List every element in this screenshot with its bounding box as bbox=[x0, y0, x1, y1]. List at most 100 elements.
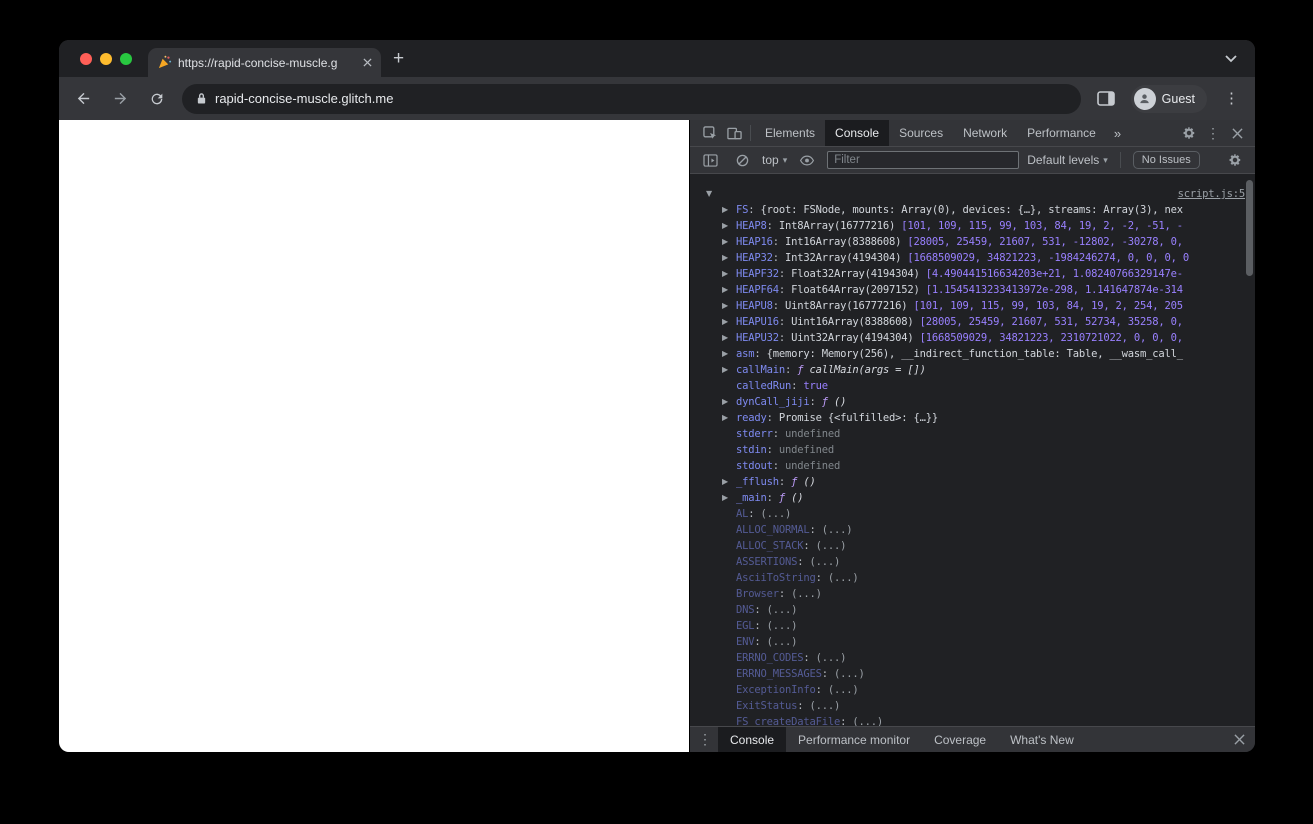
console-property-row-al: AL: (...) bbox=[736, 508, 792, 520]
expand-arrow-icon[interactable]: ▶ bbox=[722, 362, 734, 378]
console-sidebar-icon[interactable] bbox=[698, 148, 722, 172]
scrollbar-thumb[interactable] bbox=[1246, 180, 1253, 276]
url-text: rapid-concise-muscle.glitch.me bbox=[215, 91, 394, 106]
log-levels-selector[interactable]: Default levels ▾ bbox=[1027, 153, 1108, 167]
console-property-row-heap16[interactable]: ▶ HEAP16: Int16Array(8388608) [28005, 254… bbox=[690, 234, 1255, 250]
expand-arrow-icon[interactable]: ▶ bbox=[722, 218, 734, 234]
drawer-close-icon[interactable] bbox=[1224, 727, 1255, 752]
drawer-tab-coverage[interactable]: Coverage bbox=[922, 727, 998, 752]
devtools-close-icon[interactable] bbox=[1225, 121, 1249, 145]
console-log-summary[interactable]: ▼{ready: Promise, _main: ƒ, _fflush: ƒ, … bbox=[690, 186, 1255, 202]
tab-close-icon[interactable] bbox=[363, 58, 372, 67]
back-button[interactable] bbox=[71, 87, 95, 111]
drawer-menu-kebab-icon[interactable]: ⋮ bbox=[690, 727, 718, 752]
console-property-row-heapu32[interactable]: ▶ HEAPU32: Uint32Array(4194304) [16685090… bbox=[690, 330, 1255, 346]
filter-input[interactable] bbox=[827, 151, 1020, 169]
expand-arrow-icon[interactable]: ▶ bbox=[722, 394, 734, 410]
console-property-row-asm[interactable]: ▶ asm: {memory: Memory(256), __indirect_f… bbox=[690, 346, 1255, 362]
devtools-tab-elements[interactable]: Elements bbox=[755, 120, 825, 146]
lazy-value-ellipsis[interactable]: (...) bbox=[767, 620, 798, 632]
device-toolbar-icon[interactable] bbox=[722, 121, 746, 145]
lazy-value-ellipsis[interactable]: (...) bbox=[852, 716, 883, 726]
minimize-window-button[interactable] bbox=[100, 52, 112, 65]
expand-arrow-icon[interactable]: ▶ bbox=[722, 234, 734, 250]
profile-button[interactable]: Guest bbox=[1130, 84, 1207, 113]
console-settings-gear-icon[interactable] bbox=[1223, 148, 1247, 172]
lazy-value-ellipsis[interactable]: (...) bbox=[822, 524, 853, 536]
console-property-row-callmain[interactable]: ▶ callMain: ƒ callMain(args = []) bbox=[690, 362, 1255, 378]
new-tab-button[interactable]: + bbox=[393, 49, 404, 68]
browser-tab[interactable]: https://rapid-concise-muscle.g bbox=[148, 48, 381, 77]
lazy-value-ellipsis[interactable]: (...) bbox=[767, 636, 798, 648]
console-property-row--fflush[interactable]: ▶ _fflush: ƒ () bbox=[690, 474, 1255, 490]
console-property-row-heap32[interactable]: ▶ HEAP32: Int32Array(4194304) [1668509029… bbox=[690, 250, 1255, 266]
window-controls bbox=[80, 52, 132, 65]
console-property-row-dns: DNS: (...) bbox=[736, 604, 798, 616]
lazy-value-ellipsis[interactable]: (...) bbox=[809, 556, 840, 568]
lazy-value-ellipsis[interactable]: (...) bbox=[834, 668, 865, 680]
source-link[interactable]: script.js:5 bbox=[1178, 186, 1246, 202]
devtools-tab-performance[interactable]: Performance bbox=[1017, 120, 1106, 146]
lazy-value-ellipsis[interactable]: (...) bbox=[828, 684, 859, 696]
devtools-drawer: ⋮ Console Performance monitor Coverage What… bbox=[690, 726, 1255, 752]
url-bar[interactable]: rapid-concise-muscle.glitch.me bbox=[182, 83, 1081, 114]
console-property-row-ready[interactable]: ▶ ready: Promise {<fulfilled>: {…}} bbox=[690, 410, 1255, 426]
browser-menu-icon[interactable]: ⋮ bbox=[1220, 91, 1243, 106]
console-property-row-heapu16[interactable]: ▶ HEAPU16: Uint16Array(8388608) [28005, 2… bbox=[690, 314, 1255, 330]
property-name: ERRNO_MESSAGES bbox=[736, 668, 822, 680]
console-property-row-fs[interactable]: ▶ FS: {root: FSNode, mounts: Array(0), de… bbox=[690, 202, 1255, 218]
collapse-arrow-icon[interactable]: ▼ bbox=[706, 186, 718, 202]
close-window-button[interactable] bbox=[80, 52, 92, 65]
devtools-tab-sources[interactable]: Sources bbox=[889, 120, 953, 146]
devtools-tab-network[interactable]: Network bbox=[953, 120, 1017, 146]
lazy-value-ellipsis[interactable]: (...) bbox=[761, 508, 792, 520]
expand-arrow-icon[interactable]: ▶ bbox=[722, 346, 734, 362]
console-property-row-heapu8[interactable]: ▶ HEAPU8: Uint8Array(16777216) [101, 109,… bbox=[690, 298, 1255, 314]
console-property-row-heap8[interactable]: ▶ HEAP8: Int8Array(16777216) [101, 109, 1… bbox=[690, 218, 1255, 234]
side-panel-icon[interactable] bbox=[1094, 87, 1118, 111]
more-tabs-button[interactable]: » bbox=[1106, 126, 1129, 141]
expand-arrow-icon[interactable]: ▶ bbox=[722, 298, 734, 314]
console-property-row--main[interactable]: ▶ _main: ƒ () bbox=[690, 490, 1255, 506]
lazy-value-ellipsis[interactable]: (...) bbox=[816, 540, 847, 552]
expand-arrow-icon[interactable]: ▶ bbox=[722, 490, 734, 506]
console-property-row-heapf64[interactable]: ▶ HEAPF64: Float64Array(2097152) [1.15454… bbox=[690, 282, 1255, 298]
devtools-tabs: Elements Console Sources Network Performance bbox=[755, 120, 1106, 146]
context-selector[interactable]: top ▾ bbox=[762, 153, 787, 167]
drawer-tab-console[interactable]: Console bbox=[718, 727, 787, 752]
expand-arrow-icon[interactable]: ▶ bbox=[722, 474, 734, 490]
expand-arrow-icon[interactable]: ▶ bbox=[722, 282, 734, 298]
expand-arrow-icon[interactable]: ▶ bbox=[722, 314, 734, 330]
lazy-value-ellipsis[interactable]: (...) bbox=[828, 572, 859, 584]
console-property-row-alloc-stack: ALLOC_STACK: (...) bbox=[736, 540, 847, 552]
inspect-element-icon[interactable] bbox=[698, 121, 722, 145]
expand-arrow-icon[interactable]: ▶ bbox=[722, 250, 734, 266]
expand-arrow-icon[interactable]: ▶ bbox=[722, 410, 734, 426]
devtools-tab-console[interactable]: Console bbox=[825, 120, 890, 146]
lazy-value-ellipsis[interactable]: (...) bbox=[791, 588, 822, 600]
lazy-value-ellipsis[interactable]: (...) bbox=[816, 652, 847, 664]
console-toolbar: top ▾ Default levels ▾ No Issues bbox=[690, 147, 1255, 174]
expand-arrow-icon[interactable]: ▶ bbox=[722, 266, 734, 282]
drawer-tab-performance-monitor[interactable]: Performance monitor bbox=[786, 727, 922, 752]
forward-button[interactable] bbox=[108, 87, 132, 111]
tab-strip: https://rapid-concise-muscle.g + bbox=[59, 40, 1255, 77]
expand-arrow-icon[interactable]: ▶ bbox=[722, 330, 734, 346]
devtools-menu-kebab-icon[interactable]: ⋮ bbox=[1201, 121, 1225, 145]
property-name: AsciiToString bbox=[736, 572, 816, 584]
clear-console-icon[interactable] bbox=[730, 148, 754, 172]
maximize-window-button[interactable] bbox=[120, 52, 132, 65]
live-expression-eye-icon[interactable] bbox=[795, 148, 819, 172]
devtools-settings-gear-icon[interactable] bbox=[1177, 121, 1201, 145]
reload-button[interactable] bbox=[145, 87, 169, 111]
issues-counter[interactable]: No Issues bbox=[1132, 151, 1200, 169]
tab-search-chevron-icon[interactable] bbox=[1225, 54, 1237, 63]
console-property-row-browser: Browser: (...) bbox=[736, 588, 822, 600]
lazy-value-ellipsis[interactable]: (...) bbox=[767, 604, 798, 616]
console-property-row-dyncall-jiji[interactable]: ▶ dynCall_jiji: ƒ () bbox=[690, 394, 1255, 410]
property-name: stdout bbox=[736, 460, 773, 472]
lazy-value-ellipsis[interactable]: (...) bbox=[809, 700, 840, 712]
expand-arrow-icon[interactable]: ▶ bbox=[722, 202, 734, 218]
console-property-row-heapf32[interactable]: ▶ HEAPF32: Float32Array(4194304) [4.49044… bbox=[690, 266, 1255, 282]
drawer-tab-what-s-new[interactable]: What's New bbox=[998, 727, 1086, 752]
